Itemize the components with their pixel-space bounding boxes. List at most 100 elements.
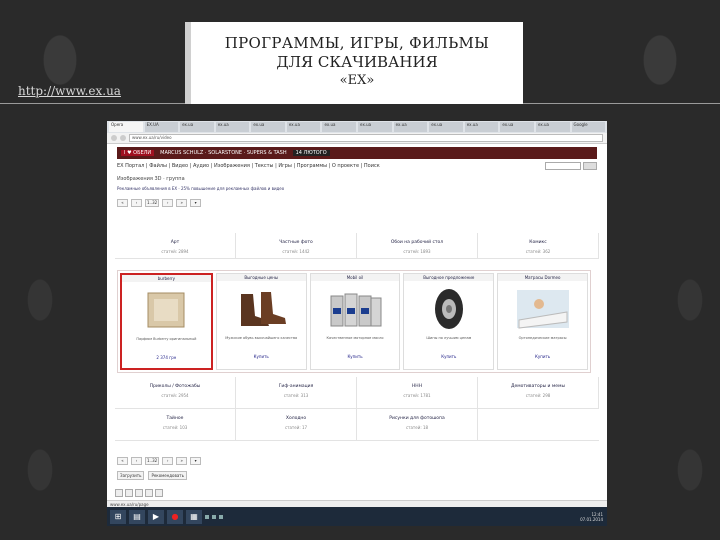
pager-prev-button[interactable]: ‹ <box>131 199 142 207</box>
pager-first-button[interactable]: « <box>117 199 128 207</box>
product-price: Купить <box>441 354 457 359</box>
share-icon[interactable] <box>115 489 123 497</box>
back-icon[interactable] <box>111 135 117 141</box>
category-cell[interactable]: Арт статей: 2894 <box>115 233 236 259</box>
browser-tab[interactable]: ex.ua <box>215 122 250 132</box>
taskbar-clock[interactable]: 12:41 07.01.2014 <box>580 512 607 522</box>
product-title: Матрасы Dormeo <box>498 274 587 281</box>
category-cell[interactable]: ННН статей: 1781 <box>357 377 478 409</box>
pager-next-button[interactable]: › <box>162 457 174 465</box>
upload-button[interactable]: Загрузить <box>117 471 145 480</box>
category-title[interactable]: Обои на рабочий стол <box>357 240 477 245</box>
share-icon[interactable] <box>155 489 163 497</box>
pager-page-select[interactable]: 1..32 <box>145 457 160 465</box>
product-card[interactable]: Mobil oil Качественное моторное масло Ку… <box>309 273 401 370</box>
category-cell[interactable]: Комикс статей: 362 <box>478 233 599 259</box>
browser-tab[interactable]: Opera <box>109 122 143 132</box>
category-title[interactable]: Гиф-анимация <box>236 384 356 389</box>
category-cell[interactable]: Обои на рабочий стол статей: 1893 <box>357 233 478 259</box>
category-count: статей: 2894 <box>161 249 189 254</box>
category-title[interactable]: ННН <box>357 384 477 389</box>
category-title[interactable]: Приколы / Фотожабы <box>115 384 235 389</box>
bottom-links: Загрузить Рекомендовать <box>117 471 187 480</box>
product-card[interactable]: Выгодное предложение Шины по лучшим цена… <box>403 273 495 370</box>
share-icon[interactable] <box>125 489 133 497</box>
category-cell[interactable]: Гиф-анимация статей: 313 <box>236 377 357 409</box>
start-icon[interactable]: ⊞ <box>110 509 126 524</box>
share-icon[interactable] <box>145 489 153 497</box>
category-count: статей: 2954 <box>161 393 189 398</box>
product-price: Купить <box>347 354 363 359</box>
category-cell[interactable]: Тайное статей: 103 <box>115 409 236 441</box>
category-cell[interactable]: Рисунки для фотошопа статей: 18 <box>357 409 478 441</box>
product-title: Выгодные цены <box>216 274 306 281</box>
tray-icon[interactable] <box>205 514 209 519</box>
browser-tab[interactable]: ex.ua <box>500 122 534 132</box>
product-card[interactable]: Выгодные цены Мужские обувь высочайшего … <box>215 273 307 370</box>
product-card[interactable]: Матрасы Dormeo Ортопедические матрасы Ку… <box>497 273 588 370</box>
pager-last-button[interactable]: » <box>176 457 188 465</box>
category-grid-top: Арт статей: 2894 Частные фото статей: 14… <box>115 233 599 259</box>
category-cell[interactable]: Демотиваторы и мемы статей: 298 <box>478 377 599 409</box>
category-count: статей: 362 <box>525 249 551 254</box>
browser-tab[interactable]: ex.ua <box>251 122 285 132</box>
slide-title-box: ПРОГРАММЫ, ИГРЫ, ФИЛЬМЫ ДЛЯ СКАЧИВАНИЯ «… <box>185 22 523 104</box>
oil-cans-image <box>330 293 382 327</box>
address-input[interactable]: www.ex.ua/ru/video <box>129 134 603 142</box>
browser-tab[interactable]: ex.ua <box>322 122 357 132</box>
pager-page-select[interactable]: 1..32 <box>145 199 160 207</box>
product-title: Выгодное предложение <box>404 274 494 281</box>
promo-banner[interactable]: I ♥ ОБЕЛИ MARCUS SCHULZ · SOLARSTONE · S… <box>117 147 597 159</box>
category-title[interactable]: Холодно <box>236 416 356 421</box>
site-search-button[interactable] <box>583 162 597 170</box>
site-search-input[interactable] <box>545 162 581 170</box>
pager-prev-button[interactable]: ‹ <box>131 457 142 465</box>
category-title[interactable]: Комикс <box>478 240 598 245</box>
browser-tab[interactable]: ex.ua <box>358 122 392 132</box>
perfume-box-image <box>147 292 185 328</box>
browser-tab[interactable]: ex.ua <box>393 122 428 132</box>
browser-tab-strip: Opera EX.UA ex.ua ex.ua ex.ua ex.ua ex.u… <box>107 121 607 133</box>
boots-image <box>241 292 287 326</box>
breadcrumb: Изображения 3D · группа <box>117 176 185 182</box>
category-cell[interactable]: Холодно статей: 17 <box>236 409 357 441</box>
browser-tab[interactable]: EX.UA <box>144 122 179 132</box>
product-title: burberry <box>122 275 211 282</box>
browser-tab[interactable]: ex.ua <box>180 122 214 132</box>
product-desc: Мужские обувь высочайшего качества <box>225 336 298 340</box>
site-menu-links[interactable]: EX Портал | Файлы | Видео | Аудио | Изоб… <box>117 163 380 169</box>
share-icon[interactable] <box>135 489 143 497</box>
explorer-icon[interactable]: ▤ <box>129 509 145 524</box>
browser-tab[interactable]: ex.ua <box>429 122 463 132</box>
product-price: 2 374 грн <box>156 355 177 360</box>
app-icon[interactable]: ▦ <box>186 509 202 524</box>
opera-icon[interactable]: ● <box>167 509 183 524</box>
category-cell[interactable]: Приколы / Фотожабы статей: 2954 <box>115 377 236 409</box>
forward-icon[interactable] <box>120 135 126 141</box>
ad-text-link[interactable]: Рекламные объявления в ЕХ · 25% повышени… <box>117 186 597 191</box>
browser-tab[interactable]: ex.ua <box>464 122 499 132</box>
pager-next-button[interactable]: › <box>162 199 174 207</box>
pager-first-button[interactable]: « <box>117 457 128 465</box>
browser-tab[interactable]: ex.ua <box>535 122 570 132</box>
pager-dropdown-button[interactable]: ▾ <box>190 457 202 465</box>
category-title[interactable]: Арт <box>115 240 235 245</box>
slide-url-link[interactable]: http://www.ex.ua <box>18 84 121 98</box>
browser-tab[interactable]: Google <box>571 122 606 132</box>
windows-taskbar: ⊞ ▤ ▶ ● ▦ 12:41 07.01.2014 <box>107 507 607 526</box>
recommend-button[interactable]: Рекомендовать <box>148 471 187 480</box>
category-cell[interactable]: Частные фото статей: 1442 <box>236 233 357 259</box>
mattress-image <box>516 290 569 329</box>
category-title[interactable]: Частные фото <box>236 240 356 245</box>
category-title[interactable]: Тайное <box>115 416 235 421</box>
pager-dropdown-button[interactable]: ▾ <box>190 199 202 207</box>
browser-tab[interactable]: ex.ua <box>286 122 321 132</box>
product-card[interactable]: burberry Парфюм Burberry оригинальный 2 … <box>120 273 213 370</box>
pager-last-button[interactable]: » <box>176 199 188 207</box>
tray-icon[interactable] <box>219 514 223 519</box>
slide-title-line2: ДЛЯ СКАЧИВАНИЯ <box>276 53 438 71</box>
category-title[interactable]: Демотиваторы и мемы <box>478 384 598 389</box>
tray-icon[interactable] <box>212 514 216 519</box>
category-title[interactable]: Рисунки для фотошопа <box>357 416 477 421</box>
media-icon[interactable]: ▶ <box>148 509 164 524</box>
